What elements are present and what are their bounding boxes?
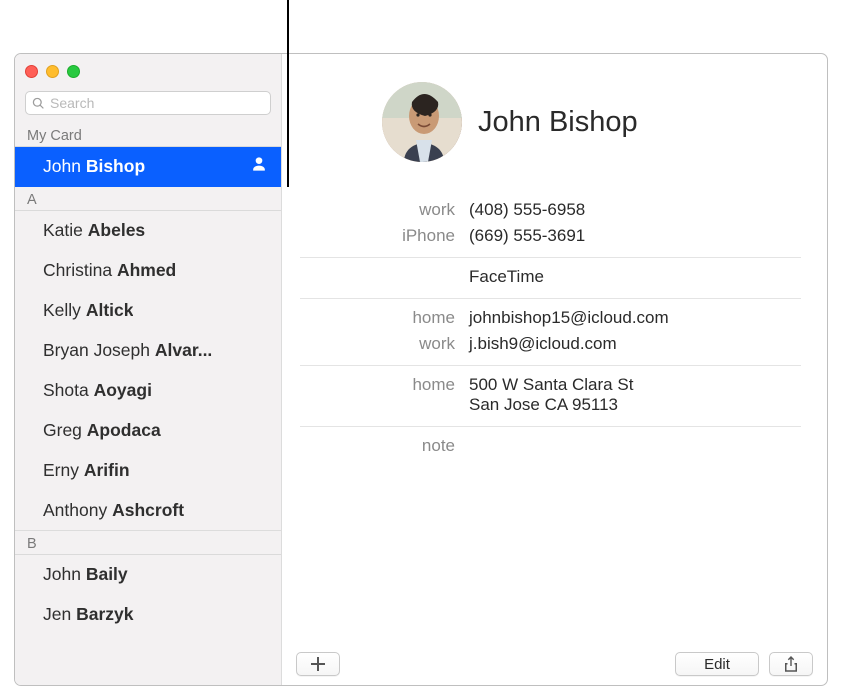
contact-last: Alvar... xyxy=(155,340,212,360)
contact-last: Arifin xyxy=(84,460,130,480)
bottom-toolbar: Edit xyxy=(282,643,827,685)
contact-last: Apodaca xyxy=(87,420,161,440)
email-field[interactable]: home johnbishop15@icloud.com xyxy=(282,305,801,331)
contact-first: Erny xyxy=(43,460,79,480)
callout-line xyxy=(287,0,289,187)
contacts-window: My Card John Bishop A Katie Abeles Chris… xyxy=(14,53,828,686)
share-button[interactable] xyxy=(769,652,813,676)
avatar[interactable] xyxy=(382,82,462,162)
address-line: San Jose CA 95113 xyxy=(469,395,801,415)
list-item[interactable]: Christina Ahmed xyxy=(15,251,281,291)
field-value: j.bish9@icloud.com xyxy=(469,334,801,354)
facetime-field[interactable]: FaceTime xyxy=(282,264,801,290)
close-button[interactable] xyxy=(25,65,38,78)
contact-last: Barzyk xyxy=(76,604,133,624)
list-item[interactable]: Jen Barzyk xyxy=(15,595,281,635)
contact-last: Altick xyxy=(86,300,134,320)
search-wrap xyxy=(15,89,281,123)
list-item[interactable]: Anthony Ashcroft xyxy=(15,491,281,531)
field-value: 500 W Santa Clara St San Jose CA 95113 xyxy=(469,375,801,415)
field-label: work xyxy=(282,334,469,354)
contact-first: Jen xyxy=(43,604,71,624)
address-field[interactable]: home 500 W Santa Clara St San Jose CA 95… xyxy=(282,372,801,418)
contacts-list[interactable]: My Card John Bishop A Katie Abeles Chris… xyxy=(15,123,281,685)
list-item[interactable]: Bryan Joseph Alvar... xyxy=(15,331,281,371)
search-icon xyxy=(32,97,45,110)
field-label: iPhone xyxy=(282,226,469,246)
add-button[interactable] xyxy=(296,652,340,676)
contact-first: Bryan Joseph xyxy=(43,340,150,360)
contact-first: Greg xyxy=(43,420,82,440)
field-label: work xyxy=(282,200,469,220)
list-item[interactable]: Erny Arifin xyxy=(15,451,281,491)
phone-field[interactable]: work (408) 555-6958 xyxy=(282,197,801,223)
contact-first: Anthony xyxy=(43,500,107,520)
field-value: (669) 555-3691 xyxy=(469,226,801,246)
contact-first: Katie xyxy=(43,220,83,240)
share-icon xyxy=(784,656,798,672)
contact-last: Ashcroft xyxy=(112,500,184,520)
contact-name: John Bishop xyxy=(478,106,638,139)
contact-last: Baily xyxy=(86,564,128,584)
field-value xyxy=(469,436,801,456)
contact-first: Kelly xyxy=(43,300,81,320)
plus-icon xyxy=(311,657,325,671)
list-item[interactable]: John Baily xyxy=(15,555,281,595)
list-item-me[interactable]: John Bishop xyxy=(15,147,281,187)
contact-first: Shota xyxy=(43,380,89,400)
list-item[interactable]: Kelly Altick xyxy=(15,291,281,331)
contact-last: Abeles xyxy=(88,220,145,240)
separator xyxy=(300,257,801,258)
field-label: home xyxy=(282,375,469,415)
section-my-card: My Card xyxy=(15,123,281,147)
list-item[interactable]: Greg Apodaca xyxy=(15,411,281,451)
section-letter-a: A xyxy=(15,187,281,211)
edit-button[interactable]: Edit xyxy=(675,652,759,676)
contact-last: Aoyagi xyxy=(94,380,152,400)
phone-field[interactable]: iPhone (669) 555-3691 xyxy=(282,223,801,249)
contact-last: Bishop xyxy=(86,156,145,176)
card-header: John Bishop xyxy=(282,82,801,162)
address-line: 500 W Santa Clara St xyxy=(469,375,801,395)
field-label: note xyxy=(282,436,469,456)
window-titlebar xyxy=(15,54,281,89)
card-fields: work (408) 555-6958 iPhone (669) 555-369… xyxy=(282,197,801,459)
separator xyxy=(300,426,801,427)
contact-first: Christina xyxy=(43,260,112,280)
note-field[interactable]: note xyxy=(282,433,801,459)
email-field[interactable]: work j.bish9@icloud.com xyxy=(282,331,801,357)
contact-last: Ahmed xyxy=(117,260,176,280)
contact-detail: John Bishop work (408) 555-6958 iPhone (… xyxy=(282,54,827,685)
separator xyxy=(300,298,801,299)
sidebar: My Card John Bishop A Katie Abeles Chris… xyxy=(15,54,282,685)
list-item[interactable]: Shota Aoyagi xyxy=(15,371,281,411)
field-label: home xyxy=(282,308,469,328)
field-value: (408) 555-6958 xyxy=(469,200,801,220)
zoom-button[interactable] xyxy=(67,65,80,78)
section-letter-b: B xyxy=(15,531,281,555)
list-item[interactable]: Katie Abeles xyxy=(15,211,281,251)
contact-first: John xyxy=(43,156,81,176)
my-card-icon xyxy=(249,154,269,179)
minimize-button[interactable] xyxy=(46,65,59,78)
search-field[interactable] xyxy=(25,91,271,115)
contact-first: John xyxy=(43,564,81,584)
field-value: johnbishop15@icloud.com xyxy=(469,308,801,328)
search-input[interactable] xyxy=(50,95,264,111)
field-value: FaceTime xyxy=(469,267,801,287)
separator xyxy=(300,365,801,366)
